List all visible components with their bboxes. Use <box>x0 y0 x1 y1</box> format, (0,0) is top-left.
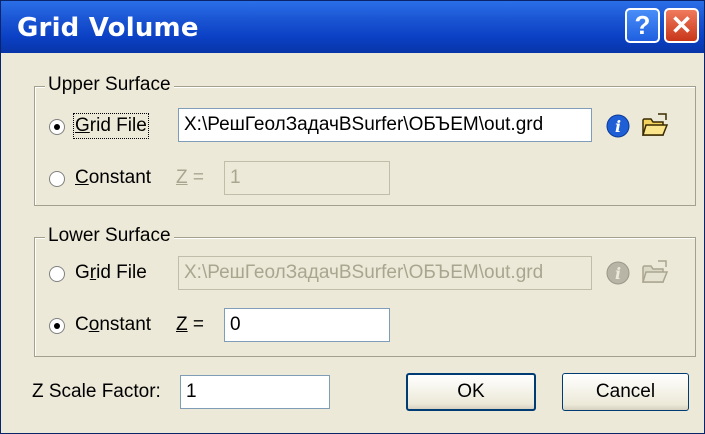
upper-gridfile-label-accel: G <box>75 115 90 136</box>
lower-info-icon[interactable]: i <box>605 260 631 286</box>
z-scale-factor-label: Z Scale Factor: <box>32 381 161 402</box>
upper-gridfile-label[interactable]: Grid File <box>73 113 149 139</box>
upper-gridfile-radio[interactable] <box>49 119 65 135</box>
upper-constant-label-accel: C <box>75 167 89 188</box>
lower-constant-label-text: nstant <box>99 314 152 335</box>
help-icon: ? <box>634 10 651 40</box>
z-scale-factor-input[interactable]: 1 <box>180 375 330 409</box>
lower-constant-label[interactable]: Constant <box>75 314 151 336</box>
lower-gridfile-label[interactable]: Grid File <box>75 262 147 284</box>
svg-text:i: i <box>615 117 621 136</box>
upper-gridfile-label-text: rid File <box>89 115 147 136</box>
upper-constant-label-text: onstant <box>88 167 152 188</box>
cancel-button[interactable]: Cancel <box>562 373 689 411</box>
lower-gridfile-label-text: id File <box>96 262 147 283</box>
lower-constant-label-pre: C <box>75 314 89 335</box>
upper-surface-label: Upper Surface <box>45 74 174 96</box>
upper-z-label-accel: Z <box>176 167 188 188</box>
upper-z-label-text: = <box>187 167 204 188</box>
lower-gridfile-radio[interactable] <box>49 266 65 282</box>
upper-info-icon[interactable]: i <box>605 113 631 139</box>
upper-gridfile-input[interactable]: X:\РешГеолЗадачBSurfer\ОБЪЕМ\out.grd <box>178 108 592 142</box>
title-bar[interactable]: Grid Volume ? ✕ <box>1 1 704 53</box>
upper-z-input[interactable]: 1 <box>224 161 390 195</box>
upper-constant-radio[interactable] <box>49 171 65 187</box>
dialog-title: Grid Volume <box>17 13 199 43</box>
lower-z-label: Z = <box>176 314 204 336</box>
lower-z-label-accel: Z <box>176 314 188 335</box>
lower-browse-folder-icon[interactable] <box>641 259 669 285</box>
lower-z-label-text: = <box>187 314 204 335</box>
lower-constant-radio[interactable] <box>49 318 65 334</box>
svg-text:i: i <box>615 264 621 283</box>
grid-volume-dialog: Grid Volume ? ✕ Upper Surface Grid File … <box>0 0 705 434</box>
lower-surface-label: Lower Surface <box>45 225 174 247</box>
upper-z-label: Z = <box>176 167 204 189</box>
lower-z-input[interactable]: 0 <box>224 308 390 342</box>
upper-browse-folder-icon[interactable] <box>641 112 669 138</box>
lower-constant-label-accel: o <box>88 314 100 335</box>
lower-gridfile-label-pre: G <box>75 262 90 283</box>
help-button[interactable]: ? <box>625 8 660 43</box>
close-button[interactable]: ✕ <box>664 8 699 43</box>
upper-constant-label[interactable]: Constant <box>75 167 151 189</box>
close-icon: ✕ <box>670 10 693 40</box>
lower-gridfile-input[interactable]: X:\РешГеолЗадачBSurfer\ОБЪЕМ\out.grd <box>178 256 592 290</box>
ok-button[interactable]: OK <box>406 373 536 411</box>
